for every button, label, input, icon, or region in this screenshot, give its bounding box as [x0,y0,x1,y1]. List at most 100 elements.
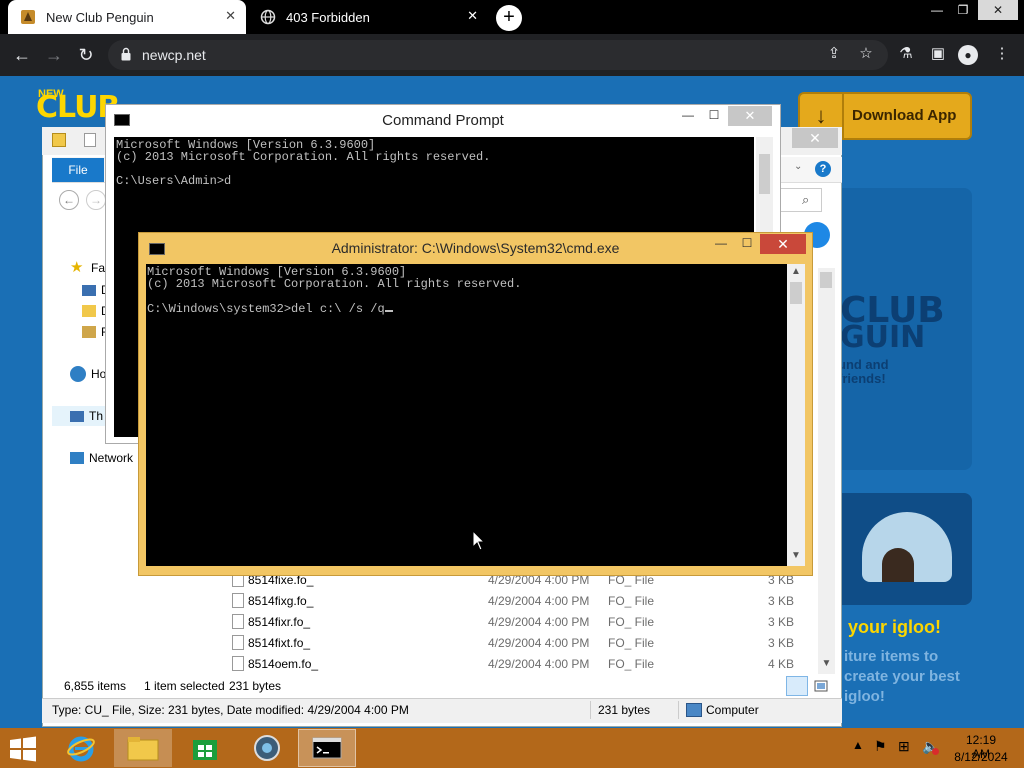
search-icon[interactable]: ⌕ [802,192,809,208]
text-cursor [384,302,393,312]
computer-icon [70,410,84,422]
explorer-scrollbar[interactable] [818,268,835,674]
back-arrow-icon[interactable]: ← [10,44,34,66]
promo-igloo-line: igloo! [844,688,885,705]
lock-icon[interactable] [121,47,131,61]
explorer-search-input[interactable] [780,188,822,212]
promo-igloo-text: iture items to create your best igloo! [844,647,960,707]
ribbon-expand-chevron-icon[interactable]: ⌄ [794,161,802,172]
homegroup-icon [70,366,86,382]
file-type: FO_ File [608,636,655,650]
explorer-back-icon[interactable]: ← [59,190,79,210]
cmd-window-title: Command Prompt [382,112,504,129]
file-name: 8514fixr.fo_ [248,615,311,629]
browser-minimize-button[interactable]: — [926,0,948,20]
new-tab-plus-icon[interactable]: + [496,5,522,31]
file-type: FO_ File [608,657,655,671]
nav-label: Th [89,409,104,423]
promo-igloo-line: create your best [844,668,960,685]
tab-new-club-penguin[interactable]: New Club Penguin ✕ [8,0,246,34]
browser-close-button[interactable]: ✕ [978,0,1018,20]
explorer-close-button[interactable]: ✕ [792,128,838,148]
scroll-down-arrow-icon[interactable]: ▼ [787,550,805,564]
menu-kebab-icon[interactable]: ⋮ [992,44,1012,64]
action-center-flag-icon[interactable]: ⚑ [874,738,887,755]
network-icon [70,452,84,464]
profile-avatar-icon[interactable]: ● [958,45,978,65]
explorer-scroll-thumb[interactable] [820,272,832,288]
admin-cmd-maximize-button[interactable]: ☐ [738,236,756,254]
admin-cmd-console-text: Microsoft Windows [Version 6.3.9600] (c)… [147,265,522,316]
file-row[interactable]: 8514fixt.fo_ 4/29/2004 4:00 PM FO_ File … [212,632,812,653]
details-view-icon[interactable] [786,676,808,696]
tab-403-forbidden[interactable]: 403 Forbidden ✕ [248,0,488,34]
large-icons-view-icon[interactable] [810,676,832,696]
file-name: 8514fixt.fo_ [248,636,311,650]
file-row[interactable]: 8514fixr.fo_ 4/29/2004 4:00 PM FO_ File … [212,611,812,632]
admin-cmd-scroll-thumb[interactable] [790,282,802,304]
details-size: 231 bytes [598,703,651,717]
club-penguin-favicon-icon [20,9,36,25]
scroll-up-arrow-icon[interactable]: ▲ [787,266,805,280]
forward-arrow-icon[interactable]: → [42,44,66,66]
help-icon[interactable]: ? [815,161,831,177]
cmd-scroll-thumb[interactable] [759,154,770,194]
status-selected-size: 231 bytes [229,679,282,693]
store-icon[interactable] [176,729,234,767]
file-size: 3 KB [767,636,794,650]
admin-cmd-scrollbar[interactable] [787,264,805,566]
nav-item-homegroup[interactable]: Ho [70,364,106,384]
admin-cmd-minimize-button[interactable]: — [712,236,730,254]
file-size: 4 KB [767,657,794,671]
promo-caption-line: und and [838,357,889,372]
tab-title: 403 Forbidden [286,9,370,25]
file-type: FO_ File [608,594,655,608]
share-icon[interactable]: ⇪ [824,44,844,64]
star-bookmark-icon[interactable]: ☆ [856,44,876,64]
url-text[interactable]: newcp.net [142,46,206,64]
folder-icon [52,133,66,147]
command-prompt-taskbar-icon[interactable] [298,729,356,767]
media-app-icon[interactable] [238,729,296,767]
file-name: 8514oem.fo_ [248,657,319,671]
muted-badge-icon [932,748,939,755]
globe-icon [260,9,276,25]
admin-cmd-console[interactable]: Microsoft Windows [Version 6.3.9600] (c)… [146,264,787,566]
reload-icon[interactable]: ↻ [74,44,98,66]
file-icon [232,593,244,608]
file-row[interactable]: 8514oem.fo_ 4/29/2004 4:00 PM FO_ File 4… [212,653,812,674]
cmd-close-button[interactable]: ✕ [728,106,772,126]
file-date: 4/29/2004 4:00 PM [488,615,590,629]
internet-explorer-icon[interactable] [52,729,110,767]
extensions-icon[interactable]: ⚗ [896,44,916,64]
browser-restore-button[interactable]: ❐ [952,0,974,20]
star-icon: ★ [70,259,84,276]
address-bar[interactable] [108,40,888,70]
properties-icon[interactable] [84,133,96,147]
divider [590,701,591,719]
side-panel-icon[interactable]: ▣ [928,44,948,64]
show-hidden-icons-arrow-icon[interactable]: ▲ [852,738,864,752]
cmd-maximize-button[interactable]: ☐ [706,108,722,124]
status-item-count: 6,855 items [64,679,127,693]
windows-start-icon[interactable] [8,736,38,762]
close-tab-icon[interactable]: ✕ [467,8,478,24]
promo-caption-line: friends! [838,371,886,386]
details-location: Computer [706,703,759,717]
explorer-forward-icon[interactable]: → [86,190,106,210]
close-tab-icon[interactable]: ✕ [225,8,236,24]
clock-date[interactable]: 8/12/2024 [952,750,1010,764]
network-status-icon[interactable]: ⊞ [898,738,910,755]
nav-label: Network [89,451,134,465]
file-icon [232,656,244,671]
downloads-folder-icon [82,305,96,317]
scroll-down-arrow-icon[interactable]: ▼ [818,658,835,672]
divider [678,701,679,719]
ribbon-file-tab[interactable]: File [52,158,104,182]
nav-item-network[interactable]: Network [70,448,133,468]
file-explorer-taskbar-icon[interactable] [114,729,172,767]
status-selected-count: 1 item selected [144,679,225,693]
file-row[interactable]: 8514fixg.fo_ 4/29/2004 4:00 PM FO_ File … [212,590,812,611]
cmd-minimize-button[interactable]: — [680,108,696,124]
admin-cmd-close-button[interactable]: ✕ [760,234,806,254]
